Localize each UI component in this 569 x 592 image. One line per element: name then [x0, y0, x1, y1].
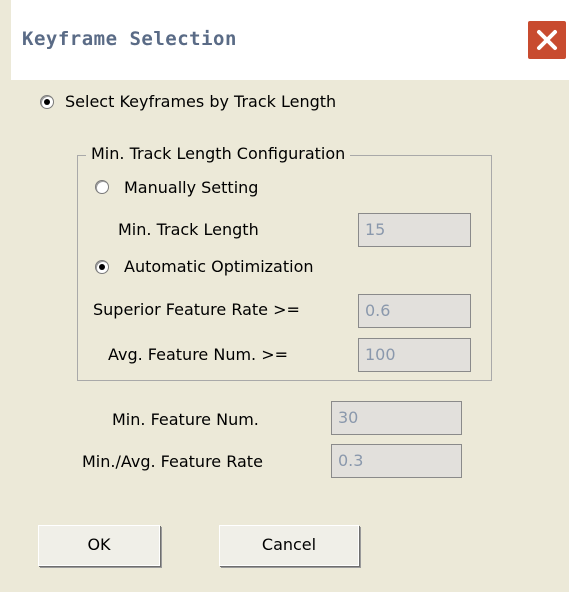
avg-feature-num-input[interactable]: 100 [358, 338, 471, 372]
superior-feature-rate-input[interactable]: 0.6 [358, 294, 471, 328]
track-length-radio-label[interactable]: Select Keyframes by Track Length [65, 92, 336, 111]
manual-setting-radio[interactable] [95, 180, 109, 194]
radio-selected-dot [44, 99, 50, 105]
close-icon [537, 30, 557, 50]
window-frame [0, 0, 11, 592]
manual-setting-label[interactable]: Manually Setting [124, 178, 258, 197]
group-title: Min. Track Length Configuration [86, 144, 351, 163]
min-feature-num-label: Min. Feature Num. [112, 410, 259, 429]
radio-selected-dot [99, 264, 105, 270]
track-length-radio[interactable] [40, 95, 54, 109]
title-bar: Keyframe Selection [0, 0, 569, 80]
close-button[interactable] [527, 20, 567, 60]
automatic-optimization-radio[interactable] [95, 260, 109, 274]
min-feature-num-input[interactable]: 30 [331, 401, 462, 435]
superior-feature-rate-label: Superior Feature Rate >= [93, 300, 300, 319]
automatic-optimization-label[interactable]: Automatic Optimization [124, 257, 314, 276]
min-track-length-input[interactable]: 15 [358, 213, 471, 247]
min-avg-feature-rate-label: Min./Avg. Feature Rate [82, 452, 263, 471]
window-title: Keyframe Selection [22, 28, 237, 50]
cancel-button[interactable]: Cancel [219, 525, 359, 566]
avg-feature-num-label: Avg. Feature Num. >= [108, 345, 289, 364]
min-avg-feature-rate-input[interactable]: 0.3 [331, 444, 462, 478]
ok-button[interactable]: OK [38, 525, 160, 566]
min-track-length-label: Min. Track Length [118, 220, 259, 239]
